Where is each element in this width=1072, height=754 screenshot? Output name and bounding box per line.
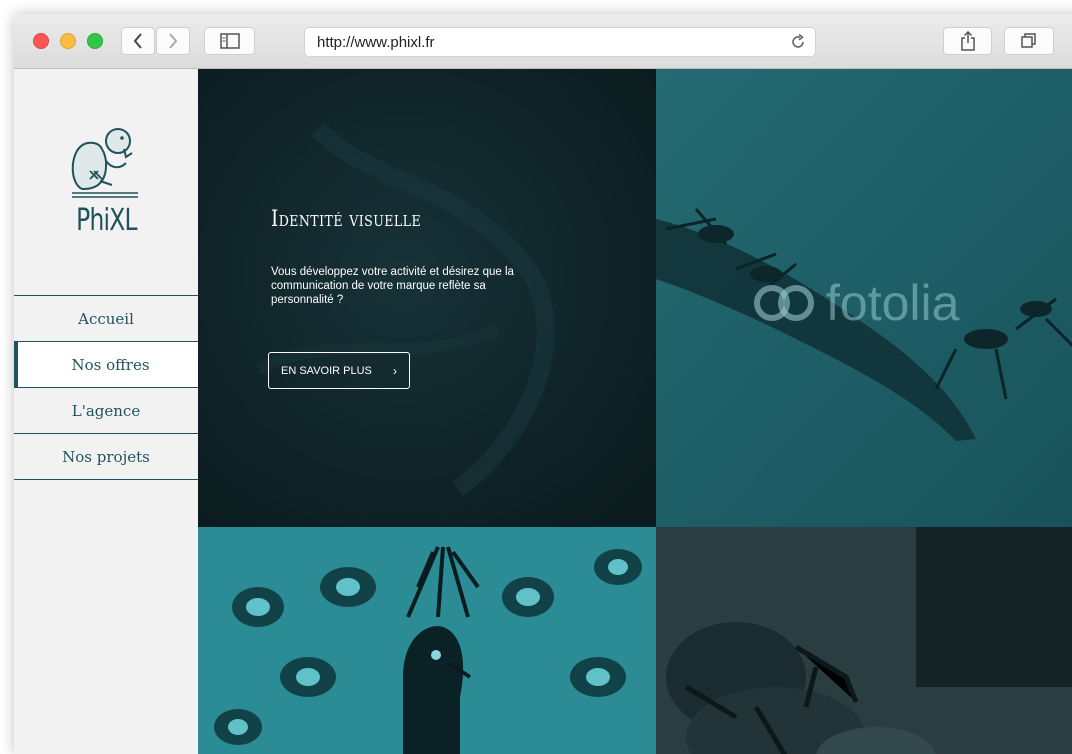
chevron-left-icon: [133, 33, 142, 49]
maximize-window-button[interactable]: [87, 33, 103, 49]
sidebar-toggle-button[interactable]: [204, 27, 255, 55]
url-text: http://www.phixl.fr: [317, 33, 435, 51]
tabs-button[interactable]: [1004, 27, 1054, 55]
hero-title: Identité visuelle: [271, 207, 422, 232]
share-icon: [960, 31, 975, 51]
fotolia-logo-icon: [754, 285, 814, 321]
share-button[interactable]: [943, 27, 992, 55]
peacock-image-tile[interactable]: [198, 527, 656, 754]
fotolia-text: fotolia: [826, 275, 960, 331]
chevron-right-icon: [169, 33, 178, 49]
nav-item-nos-projets[interactable]: Nos projets: [14, 434, 198, 480]
bee-image-tile[interactable]: [656, 527, 1072, 754]
main-nav: Accueil Nos offres L'agence Nos projets: [14, 295, 203, 480]
nav-item-accueil[interactable]: Accueil: [14, 295, 198, 342]
phixl-logo[interactable]: PhiXL: [68, 119, 142, 249]
hero-description: Vous développez votre activité et désire…: [271, 266, 514, 306]
nav-item-agence[interactable]: L'agence: [14, 388, 198, 434]
reload-icon[interactable]: [789, 33, 807, 51]
browser-window: http://www.phixl.fr PhiXL Accueil Nos of…: [14, 14, 1072, 754]
tabs-overview-icon: [1021, 33, 1036, 48]
minimize-window-button[interactable]: [60, 33, 76, 49]
beaver-logo-icon: [71, 128, 138, 198]
address-bar[interactable]: http://www.phixl.fr: [304, 27, 816, 57]
content-grid: Identité visuelle Vous développez votre …: [198, 69, 1072, 754]
bee-image: [656, 527, 1072, 754]
logo-wordmark: PhiXL: [76, 203, 137, 238]
hero-tile: Identité visuelle Vous développez votre …: [198, 69, 656, 527]
browser-toolbar: http://www.phixl.fr: [14, 14, 1072, 69]
sidebar-icon: [219, 33, 240, 49]
ant-image-tile[interactable]: fotolia: [656, 69, 1072, 527]
site-sidebar: PhiXL Accueil Nos offres L'agence Nos pr…: [14, 69, 203, 754]
nav-item-nos-offres[interactable]: Nos offres: [14, 342, 203, 388]
chevron-right-icon: ›: [393, 364, 397, 378]
learn-more-label: EN SAVOIR PLUS: [281, 364, 372, 377]
learn-more-button[interactable]: EN SAVOIR PLUS ›: [268, 352, 410, 389]
peacock-image: [198, 527, 656, 754]
back-button[interactable]: [121, 27, 155, 55]
forward-button[interactable]: [156, 27, 190, 55]
fotolia-watermark: fotolia: [752, 274, 959, 332]
close-window-button[interactable]: [33, 33, 49, 49]
